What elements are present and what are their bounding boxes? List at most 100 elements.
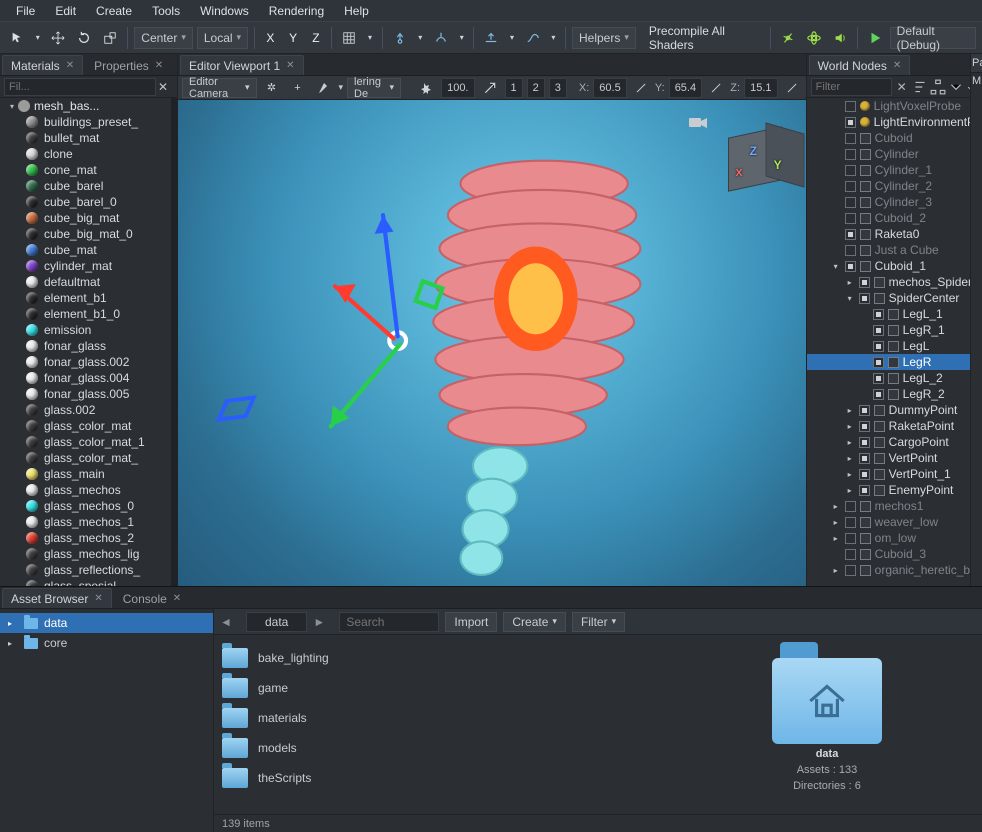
pos-z-field[interactable]: 15.1 — [744, 78, 777, 98]
tab-properties[interactable]: Properties✕ — [85, 55, 172, 75]
expand-icon[interactable]: ▸ — [845, 470, 855, 479]
axis-x-button[interactable]: X — [261, 27, 280, 49]
camera-lock-icon[interactable] — [313, 77, 335, 99]
close-icon[interactable]: ✕ — [155, 60, 163, 71]
material-item[interactable]: clone — [0, 146, 177, 162]
world-node[interactable]: ▸EnemyPoint — [807, 482, 982, 498]
asset-folder-item[interactable]: bake_lighting — [222, 643, 664, 673]
material-item[interactable]: bullet_mat — [0, 130, 177, 146]
material-item[interactable]: glass_mechos_2 — [0, 530, 177, 546]
expand-icon[interactable]: ▸ — [845, 278, 855, 287]
asset-tree[interactable]: ▸data▸core — [0, 609, 214, 832]
material-item[interactable]: glass_main — [0, 466, 177, 482]
viewport-camera-icon[interactable] — [688, 114, 708, 130]
visibility-checkbox[interactable] — [859, 277, 870, 288]
material-item[interactable]: fonar_glass.002 — [0, 354, 177, 370]
world-node[interactable]: LegR — [807, 354, 982, 370]
materials-filter-input[interactable] — [4, 78, 156, 96]
visibility-checkbox[interactable] — [873, 389, 884, 400]
clear-filter-icon[interactable]: ✕ — [158, 78, 168, 96]
snap-caret2-icon[interactable]: ▾ — [456, 27, 467, 49]
asset-tree-item[interactable]: ▸core — [0, 633, 213, 653]
material-item[interactable]: cube_mat — [0, 242, 177, 258]
material-item[interactable]: buildings_preset_ — [0, 114, 177, 130]
asset-search-input[interactable] — [339, 612, 439, 632]
world-nodes-tree[interactable]: LightVoxelProbeLightEnvironmentProCuboid… — [807, 98, 982, 586]
world-node[interactable]: ▸VertPoint — [807, 450, 982, 466]
visibility-checkbox[interactable] — [845, 549, 856, 560]
filter-dropdown[interactable]: Filter▾ — [572, 612, 625, 632]
clear-filter-icon[interactable]: ✕ — [894, 79, 910, 95]
resize-icon[interactable] — [782, 77, 802, 99]
pos-y-field[interactable]: 65.4 — [669, 78, 702, 98]
render-mode-dropdown[interactable]: lering De▾ — [347, 78, 401, 98]
visibility-checkbox[interactable] — [845, 149, 856, 160]
run-icon[interactable] — [415, 77, 437, 99]
menu-edit[interactable]: Edit — [45, 1, 86, 21]
material-item[interactable]: cone_mat — [0, 162, 177, 178]
visibility-checkbox[interactable] — [873, 325, 884, 336]
rotate-tool-icon[interactable] — [73, 27, 95, 49]
visibility-checkbox[interactable] — [845, 245, 856, 256]
collapse-all-icon[interactable] — [948, 79, 964, 95]
visibility-checkbox[interactable] — [845, 501, 856, 512]
material-item[interactable]: glass_color_mat_1 — [0, 434, 177, 450]
world-node[interactable]: ▸RaketaPoint — [807, 418, 982, 434]
world-node[interactable]: ▸VertPoint_1 — [807, 466, 982, 482]
material-item[interactable]: defaultmat — [0, 274, 177, 290]
right-collapsed-panel[interactable]: Pa M — [970, 54, 982, 586]
asset-items[interactable]: bake_lightinggamematerialsmodelstheScrip… — [214, 635, 672, 814]
visibility-checkbox[interactable] — [859, 437, 870, 448]
collapsed-tab-m[interactable]: M — [971, 73, 982, 89]
resize-icon[interactable] — [706, 77, 726, 99]
audio-icon[interactable] — [829, 27, 851, 49]
expand-icon[interactable]: ▾ — [831, 262, 841, 271]
physics-icon[interactable] — [777, 27, 799, 49]
world-node[interactable]: Cuboid — [807, 130, 982, 146]
breadcrumb[interactable]: data — [246, 612, 307, 632]
world-node[interactable]: ▸weaver_low — [807, 514, 982, 530]
precompile-shaders-button[interactable]: Precompile All Shaders — [640, 27, 764, 49]
material-item[interactable]: glass_spesial — [0, 578, 177, 586]
visibility-checkbox[interactable] — [859, 453, 870, 464]
snap-vertex-icon[interactable] — [389, 27, 411, 49]
play-button-icon[interactable] — [864, 27, 886, 49]
world-node[interactable]: Raketa0 — [807, 226, 982, 242]
material-item[interactable]: glass_color_mat — [0, 418, 177, 434]
tab-console[interactable]: Console✕ — [114, 588, 190, 608]
material-item[interactable]: element_b1_0 — [0, 306, 177, 322]
visibility-checkbox[interactable] — [859, 469, 870, 480]
tab-asset-browser[interactable]: Asset Browser✕ — [2, 588, 112, 608]
expand-icon[interactable]: ▸ — [845, 406, 855, 415]
menu-file[interactable]: File — [6, 1, 45, 21]
world-node[interactable]: ▸om_low — [807, 530, 982, 546]
world-node[interactable]: Cylinder_1 — [807, 162, 982, 178]
world-node[interactable]: LightVoxelProbe — [807, 98, 982, 114]
visibility-checkbox[interactable] — [845, 181, 856, 192]
world-node[interactable]: Cylinder_2 — [807, 178, 982, 194]
world-node[interactable]: Just a Cube — [807, 242, 982, 258]
tab-materials[interactable]: Materials✕ — [2, 55, 83, 75]
visibility-checkbox[interactable] — [845, 101, 856, 112]
world-node[interactable]: ▸mechos1 — [807, 498, 982, 514]
world-node[interactable]: ▾SpiderCenter — [807, 290, 982, 306]
snap-caret-icon[interactable]: ▾ — [415, 27, 426, 49]
expand-icon[interactable]: ▸ — [831, 502, 841, 511]
expand-icon[interactable]: ▸ — [845, 422, 855, 431]
world-node[interactable]: Cylinder — [807, 146, 982, 162]
close-icon[interactable]: ✕ — [893, 60, 901, 71]
menu-tools[interactable]: Tools — [142, 1, 190, 21]
sort-icon[interactable] — [912, 79, 928, 95]
asset-folder-item[interactable]: theScripts — [222, 763, 664, 793]
material-item[interactable]: fonar_glass.005 — [0, 386, 177, 402]
material-item[interactable]: cube_big_mat — [0, 210, 177, 226]
world-node[interactable]: LegR_1 — [807, 322, 982, 338]
material-item[interactable]: emission — [0, 322, 177, 338]
resize-icon[interactable] — [479, 77, 501, 99]
material-item[interactable]: glass_color_mat_ — [0, 450, 177, 466]
material-item[interactable]: fonar_glass.004 — [0, 370, 177, 386]
material-item[interactable]: glass.002 — [0, 402, 177, 418]
material-item[interactable]: glass_mechos_lig — [0, 546, 177, 562]
select-tool-caret-icon[interactable]: ▾ — [32, 27, 43, 49]
import-button[interactable]: Import — [445, 612, 497, 632]
